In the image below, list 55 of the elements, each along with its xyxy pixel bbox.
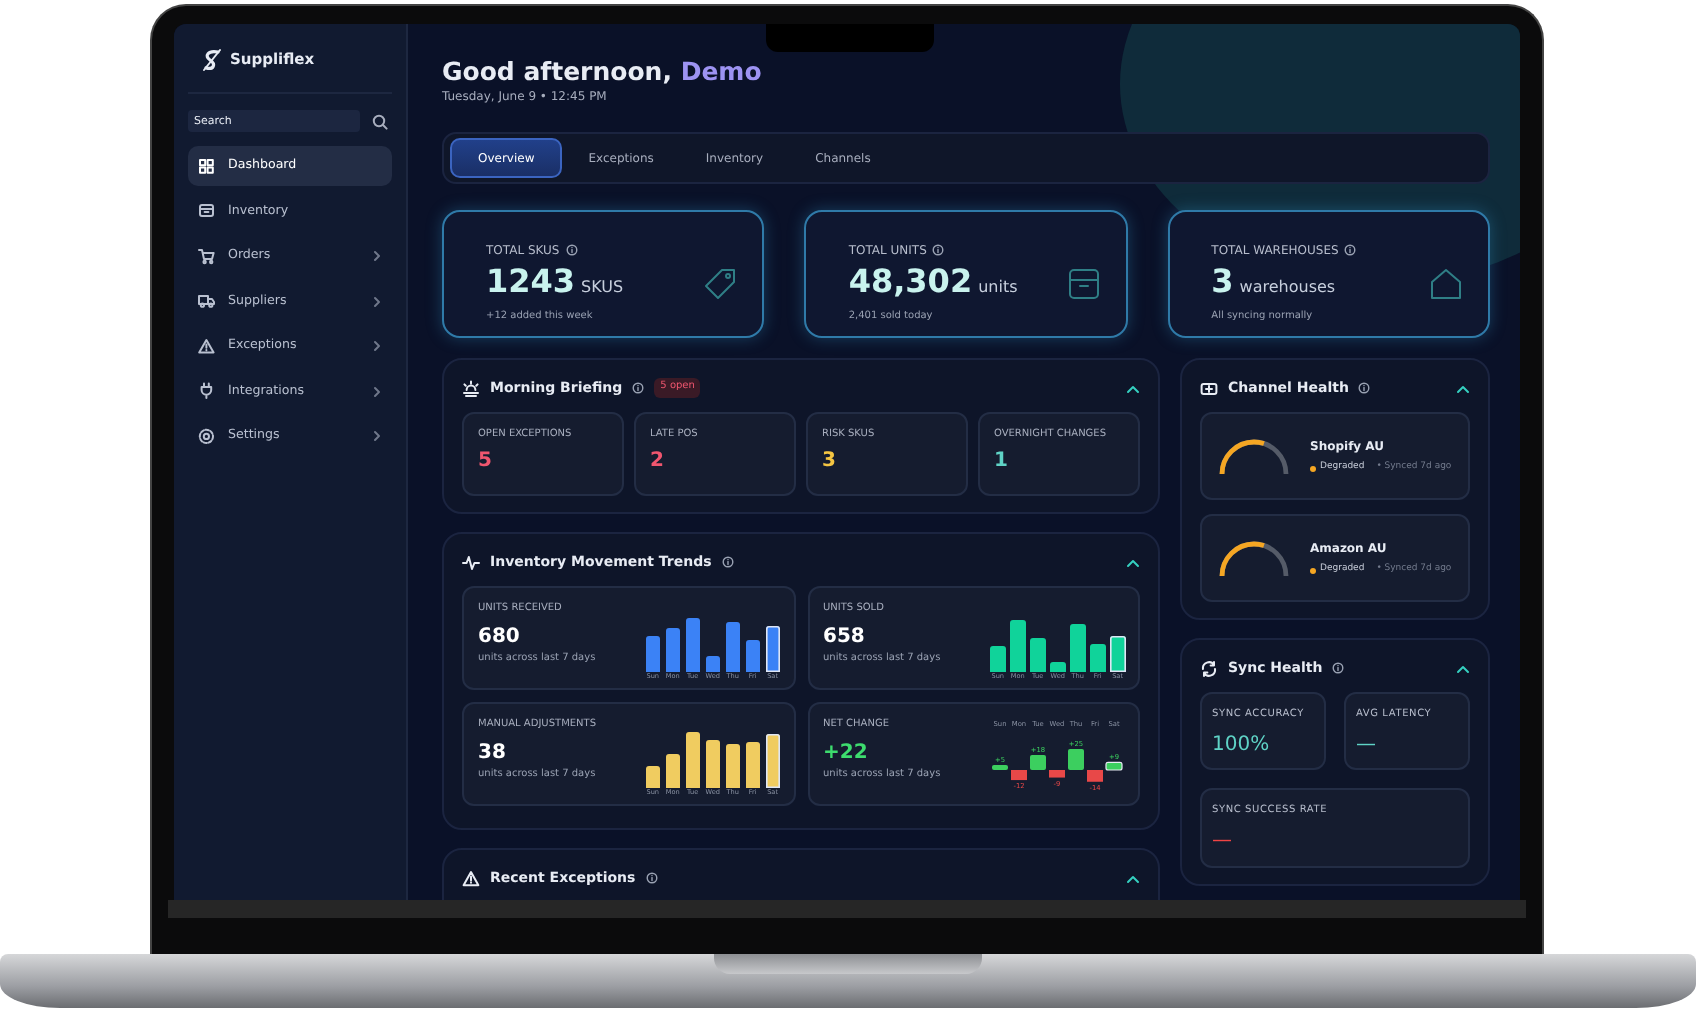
metric-value: 680 — [478, 624, 522, 652]
chart-bar — [1030, 754, 1046, 770]
grid-icon — [198, 157, 216, 175]
logo-icon — [200, 48, 224, 72]
plug-icon — [198, 382, 216, 400]
metric-value: 1 — [994, 448, 1010, 476]
chevron-icon — [372, 385, 382, 397]
chevron-icon — [372, 295, 382, 307]
gauge — [1214, 536, 1294, 580]
sync-icon — [1200, 659, 1218, 677]
chart-bar — [1011, 770, 1027, 781]
search-icon — [372, 113, 388, 129]
info-icon — [721, 556, 734, 568]
info-icon — [645, 872, 658, 884]
info-icon — [632, 382, 645, 394]
gauge — [1214, 434, 1294, 478]
box-icon — [198, 202, 216, 220]
metric-value: 2 — [650, 448, 666, 476]
metric-value: 38 — [478, 740, 508, 768]
stat-value: 3 — [1211, 261, 1234, 300]
chevron-icon — [372, 340, 382, 352]
house-icon — [1427, 265, 1464, 301]
chart-bar — [992, 765, 1008, 770]
metric-value: 5 — [478, 448, 494, 476]
truck-icon — [198, 292, 216, 310]
chart-bar — [1049, 770, 1065, 778]
warning-icon — [462, 869, 480, 887]
info-icon — [565, 244, 578, 257]
channel-icon — [1200, 379, 1218, 397]
stat-value: 48,302 — [848, 261, 973, 300]
stat-value: 1243 — [486, 261, 576, 300]
metric-value: — — [1356, 731, 1378, 759]
info-icon — [1358, 382, 1371, 394]
stat-unit: warehouses — [1239, 277, 1336, 296]
warning-icon — [198, 337, 216, 355]
archive-icon — [1065, 265, 1102, 301]
metric-value: 3 — [822, 448, 838, 476]
info-icon — [932, 244, 945, 257]
greeting: Good afternoon, Demo — [442, 54, 764, 88]
metric-value: 658 — [823, 624, 867, 652]
stat-unit: SKUS — [581, 277, 624, 296]
pulse-icon — [462, 553, 480, 571]
gear-icon — [198, 427, 216, 445]
chevron-icon — [372, 250, 382, 262]
info-icon — [1332, 662, 1345, 674]
metric-value: — — [1212, 827, 1234, 855]
sunrise-icon — [462, 379, 480, 397]
metric-value: +22 — [823, 740, 870, 768]
metric-value: 100% — [1212, 731, 1272, 759]
stat-unit: units — [978, 277, 1018, 296]
chart-bar — [1068, 749, 1084, 770]
chevron-icon — [372, 430, 382, 442]
tag-icon — [702, 265, 739, 301]
info-icon — [1344, 244, 1357, 257]
cart-icon — [198, 247, 216, 265]
